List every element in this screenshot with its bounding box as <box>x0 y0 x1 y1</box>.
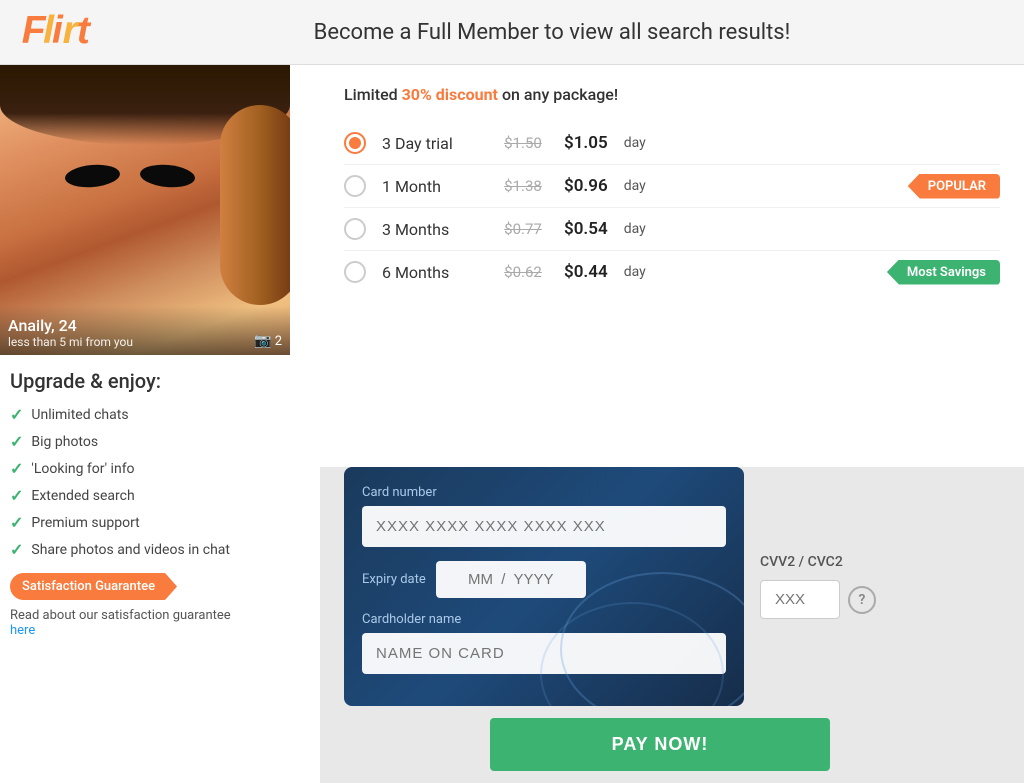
plan-day-1month: day <box>624 178 646 194</box>
plan-name-3day: 3 Day trial <box>382 134 482 153</box>
plan-row-6months[interactable]: 6 Months $0.62 $0.44 day Most Savings <box>344 251 1000 293</box>
right-panel: Limited 30% discount on any package! 3 D… <box>320 65 1024 783</box>
payment-section: Card number Expiry date Cardholder name … <box>320 467 1024 706</box>
satisfaction-badge[interactable]: Satisfaction Guarantee <box>10 573 177 600</box>
plan-day-6months: day <box>624 264 646 280</box>
plan-day-3day: day <box>624 135 646 151</box>
radio-3day[interactable] <box>344 132 366 154</box>
cvv-input[interactable] <box>760 580 840 619</box>
check-icon: ✓ <box>10 540 23 559</box>
payment-card: Card number Expiry date Cardholder name <box>344 467 744 706</box>
profile-photo-count: 📷 2 <box>254 333 282 349</box>
main-layout: Anaily, 24 less than 5 mi from you 📷 2 U… <box>0 65 1024 783</box>
plan-original-3day: $1.50 <box>498 134 548 152</box>
left-panel: Anaily, 24 less than 5 mi from you 📷 2 U… <box>0 65 320 783</box>
check-icon: ✓ <box>10 486 23 505</box>
logo: F l i r t <box>20 3 100 62</box>
radio-6months[interactable] <box>344 261 366 283</box>
discount-label: Limited 30% discount on any package! <box>344 85 1000 104</box>
camera-icon: 📷 <box>254 333 271 349</box>
expiry-row: Expiry date <box>362 561 726 598</box>
list-item: ✓Big photos <box>10 432 310 451</box>
radio-1month[interactable] <box>344 175 366 197</box>
expiry-input[interactable] <box>436 561 586 598</box>
savings-badge: Most Savings <box>887 260 1000 285</box>
satisfaction-link[interactable]: here <box>10 623 35 638</box>
check-icon: ✓ <box>10 432 23 451</box>
cardholder-input[interactable] <box>362 633 726 674</box>
plan-new-3months: $0.54 <box>564 219 608 239</box>
svg-text:t: t <box>77 9 92 52</box>
header-title: Become a Full Member to view all search … <box>100 20 1004 45</box>
list-item: ✓Share photos and videos in chat <box>10 540 310 559</box>
satisfaction-text-below: Read about our satisfaction guarantee he… <box>10 608 310 638</box>
upgrade-title: Upgrade & enjoy: <box>10 369 310 393</box>
expiry-label: Expiry date <box>362 572 426 587</box>
plan-row-1month[interactable]: 1 Month $1.38 $0.96 day POPULAR <box>344 165 1000 208</box>
plan-name-1month: 1 Month <box>382 177 482 196</box>
cardholder-label: Cardholder name <box>362 612 726 627</box>
plan-original-1month: $1.38 <box>498 177 548 195</box>
plan-row-3months[interactable]: 3 Months $0.77 $0.54 day <box>344 208 1000 251</box>
list-item: ✓Unlimited chats <box>10 405 310 424</box>
cvv-section: CVV2 / CVC2 ? <box>744 467 892 706</box>
plan-name-3months: 3 Months <box>382 220 482 239</box>
plan-day-3months: day <box>624 221 646 237</box>
plan-new-3day: $1.05 <box>564 133 608 153</box>
plan-new-1month: $0.96 <box>564 176 608 196</box>
check-icon: ✓ <box>10 405 23 424</box>
pay-button[interactable]: PAY NOW! <box>490 718 830 771</box>
profile-name: Anaily, 24 <box>8 316 282 335</box>
upgrade-section: Upgrade & enjoy: ✓Unlimited chats ✓Big p… <box>0 355 320 648</box>
profile-distance: less than 5 mi from you <box>8 335 282 349</box>
check-icon: ✓ <box>10 513 23 532</box>
cvv-row: ? <box>760 580 876 619</box>
popular-badge: POPULAR <box>908 174 1000 199</box>
radio-3months[interactable] <box>344 218 366 240</box>
list-item: ✓Premium support <box>10 513 310 532</box>
list-item: ✓Extended search <box>10 486 310 505</box>
plan-new-6months: $0.44 <box>564 262 608 282</box>
plan-name-6months: 6 Months <box>382 263 482 282</box>
profile-image: Anaily, 24 less than 5 mi from you 📷 2 <box>0 65 290 355</box>
plan-row-3day[interactable]: 3 Day trial $1.50 $1.05 day <box>344 122 1000 165</box>
cvv-label: CVV2 / CVC2 <box>760 554 843 570</box>
cvv-help-icon[interactable]: ? <box>848 586 876 614</box>
card-number-input[interactable] <box>362 506 726 547</box>
plan-original-6months: $0.62 <box>498 263 548 281</box>
feature-list: ✓Unlimited chats ✓Big photos ✓'Looking f… <box>10 405 310 559</box>
profile-overlay: Anaily, 24 less than 5 mi from you <box>0 306 290 355</box>
list-item: ✓'Looking for' info <box>10 459 310 478</box>
pay-button-row: PAY NOW! <box>320 706 1024 783</box>
card-number-label: Card number <box>362 485 726 500</box>
pricing-section: Limited 30% discount on any package! 3 D… <box>320 65 1024 467</box>
check-icon: ✓ <box>10 459 23 478</box>
plan-original-3months: $0.77 <box>498 220 548 238</box>
header: F l i r t Become a Full Member to view a… <box>0 0 1024 65</box>
